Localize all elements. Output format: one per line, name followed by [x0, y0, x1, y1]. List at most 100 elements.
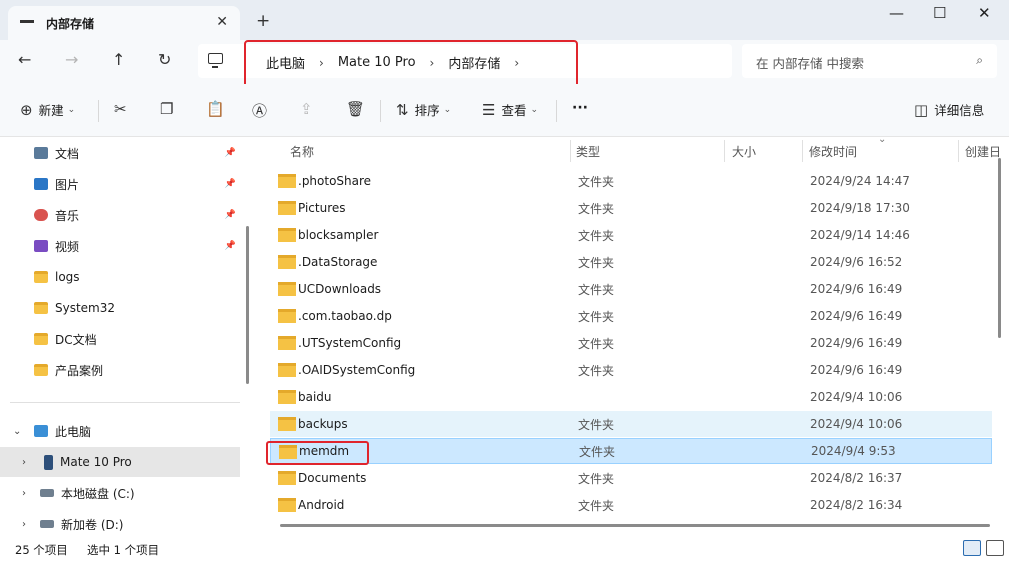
file-type: 文件夹	[578, 201, 615, 216]
file-type: 文件夹	[578, 498, 615, 513]
minimize-button[interactable]: —	[889, 4, 904, 22]
command-bar: ⊕ 新建 ⌄ ✂ ❐ 📋 Ⓐ ⇪ 🗑 ⇅ 排序 ⌄ ☰ 查看 ⌄ ··· ◫ 详…	[0, 84, 1009, 137]
details-view-button[interactable]	[963, 540, 981, 556]
sort-button[interactable]: ⇅ 排序 ⌄	[396, 100, 451, 119]
column-header-name[interactable]: 名称	[290, 138, 314, 164]
sidebar-item-videos[interactable]: 视频 📌	[0, 231, 240, 261]
file-type: 文件夹	[578, 336, 615, 351]
search-icon[interactable]: ⌕	[976, 53, 983, 68]
tiles-view-button[interactable]	[986, 540, 1004, 556]
sidebar-item-system32[interactable]: System32	[0, 293, 240, 323]
folder-icon	[278, 390, 296, 404]
file-row[interactable]: Pictures 文件夹 2024/9/18 17:30	[270, 195, 992, 221]
delete-button[interactable]: 🗑	[346, 100, 371, 118]
column-header-type[interactable]: 类型	[576, 138, 600, 164]
sidebar-item-pictures[interactable]: 图片 📌	[0, 169, 240, 199]
this-pc-icon[interactable]	[208, 53, 223, 68]
details-pane-button[interactable]: ◫ 详细信息	[914, 100, 984, 119]
tab-drive-icon	[20, 20, 34, 30]
file-type: 文件夹	[578, 228, 615, 243]
rename-button[interactable]: Ⓐ	[252, 100, 273, 121]
share-button[interactable]: ⇪	[300, 100, 319, 118]
file-row[interactable]: backups 文件夹 2024/9/4 10:06	[270, 411, 992, 437]
sidebar-scrollbar[interactable]	[246, 226, 249, 384]
column-divider[interactable]	[958, 140, 959, 162]
sidebar-item-this-pc[interactable]: ⌄ 此电脑	[0, 416, 240, 446]
folder-icon	[278, 282, 296, 296]
file-name: Pictures	[298, 201, 346, 215]
folder-icon	[278, 255, 296, 269]
file-list-horizontal-scrollbar[interactable]	[280, 524, 990, 527]
share-icon: ⇪	[300, 100, 313, 118]
file-row[interactable]: .OAIDSystemConfig 文件夹 2024/9/6 16:49	[270, 357, 992, 383]
column-header-size[interactable]: 大小	[732, 138, 756, 164]
file-row[interactable]: Android 文件夹 2024/8/2 16:34	[270, 492, 992, 518]
pin-icon: 📌	[224, 148, 236, 158]
file-type: 文件夹	[578, 471, 615, 486]
item-count: 25 个项目	[15, 543, 68, 557]
file-modified-date: 2024/9/6 16:52	[810, 255, 903, 269]
document-icon	[34, 147, 48, 159]
file-modified-date: 2024/8/2 16:34	[810, 498, 903, 512]
new-tab-button[interactable]: +	[256, 11, 270, 31]
file-list-vertical-scrollbar[interactable]	[998, 158, 1001, 338]
cut-button[interactable]: ✂	[114, 100, 133, 118]
chevron-right-icon[interactable]: ›	[22, 519, 26, 530]
sidebar-item-mate-10-pro[interactable]: › Mate 10 Pro	[0, 447, 240, 477]
refresh-button[interactable]: ↻	[158, 50, 171, 69]
sidebar-item-new-volume-d[interactable]: › 新加卷 (D:)	[0, 509, 240, 539]
up-button[interactable]: ↑	[112, 50, 125, 69]
file-name: baidu	[298, 390, 332, 404]
column-header-created[interactable]: 创建日	[965, 138, 1001, 164]
file-row[interactable]: Documents 文件夹 2024/8/2 16:37	[270, 465, 992, 491]
chevron-down-icon[interactable]: ⌄	[13, 426, 21, 437]
sidebar-item-logs[interactable]: logs	[0, 262, 240, 292]
chevron-down-icon: ⌄	[443, 104, 452, 115]
search-box[interactable]: 在 内部存储 中搜索 ⌕	[742, 44, 997, 78]
status-bar: 25 个项目 选中 1 个项目	[0, 538, 1009, 564]
this-pc-icon	[34, 425, 48, 437]
sidebar-item-label: Mate 10 Pro	[60, 455, 132, 469]
column-divider[interactable]	[724, 140, 725, 162]
tab-internal-storage[interactable]: 内部存储 ✕	[8, 6, 240, 40]
file-row[interactable]: .DataStorage 文件夹 2024/9/6 16:52	[270, 249, 992, 275]
close-window-button[interactable]: ✕	[978, 4, 991, 22]
new-button[interactable]: ⊕ 新建 ⌄	[20, 100, 75, 119]
file-modified-date: 2024/9/6 16:49	[810, 336, 903, 350]
sidebar-item-label: 新加卷 (D:)	[61, 517, 124, 532]
chevron-right-icon[interactable]: ›	[22, 457, 26, 468]
file-row[interactable]: memdm 文件夹 2024/9/4 9:53	[270, 438, 992, 464]
file-row[interactable]: .UTSystemConfig 文件夹 2024/9/6 16:49	[270, 330, 992, 356]
column-header-modified[interactable]: 修改时间	[809, 138, 857, 164]
chevron-right-icon[interactable]: ›	[22, 488, 26, 499]
sidebar-item-label: DC文档	[55, 332, 97, 347]
maximize-button[interactable]: ☐	[933, 4, 946, 22]
file-row[interactable]: baidu 2024/9/4 10:06	[270, 384, 992, 410]
back-button[interactable]: ←	[18, 50, 31, 69]
file-row[interactable]: .photoShare 文件夹 2024/9/24 14:47	[270, 168, 992, 194]
folder-icon	[34, 333, 48, 345]
more-options-button[interactable]: ···	[572, 100, 588, 116]
forward-button[interactable]: →	[65, 50, 78, 69]
file-row[interactable]: blocksampler 文件夹 2024/9/14 14:46	[270, 222, 992, 248]
phone-icon	[44, 454, 53, 470]
sidebar-item-label: logs	[55, 270, 80, 284]
copy-button[interactable]: ❐	[160, 100, 179, 118]
paste-button[interactable]: 📋	[206, 100, 231, 118]
file-name: blocksampler	[298, 228, 379, 242]
column-divider[interactable]	[802, 140, 803, 162]
tab-close-icon[interactable]: ✕	[216, 14, 228, 30]
file-row[interactable]: .com.taobao.dp 文件夹 2024/9/6 16:49	[270, 303, 992, 329]
view-button[interactable]: ☰ 查看 ⌄	[482, 100, 538, 119]
copy-icon: ❐	[160, 100, 174, 118]
sidebar-item-local-disk-c[interactable]: › 本地磁盘 (C:)	[0, 478, 240, 508]
file-row[interactable]: UCDownloads 文件夹 2024/9/6 16:49	[270, 276, 992, 302]
sidebar-item-documents[interactable]: 文档 📌	[0, 138, 240, 168]
file-type: 文件夹	[578, 309, 615, 324]
sidebar-item-dc-docs[interactable]: DC文档	[0, 324, 240, 354]
sidebar-item-label: 图片	[55, 177, 80, 192]
sidebar-item-music[interactable]: 音乐 📌	[0, 200, 240, 230]
column-divider[interactable]	[570, 140, 571, 162]
sidebar-item-product-cases[interactable]: 产品案例	[0, 355, 240, 385]
trash-icon: 🗑	[346, 100, 366, 118]
